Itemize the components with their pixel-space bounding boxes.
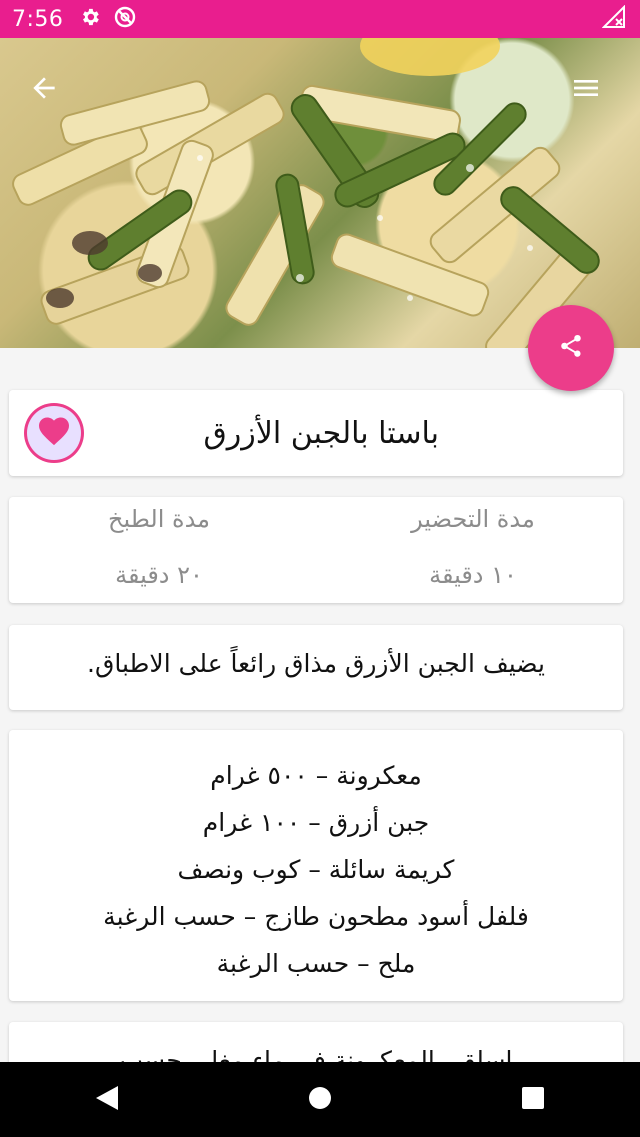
system-nav-bar (0, 1062, 640, 1137)
home-circle-icon (308, 1086, 332, 1114)
cook-time-value: ٢٠ دقيقة (115, 561, 203, 589)
ingredients-list: معكرونة – ٥٠٠ غرام جبن أزرق – ١٠٠ غرام ك… (9, 752, 623, 987)
recipe-description-card: يضيف الجبن الأزرق مذاق رائعاً على الاطبا… (9, 625, 623, 710)
status-bar: 7:56 (0, 0, 640, 38)
share-button[interactable] (528, 305, 614, 391)
system-recents-button[interactable] (503, 1070, 563, 1130)
arrow-back-icon (28, 72, 60, 108)
signal-icon (601, 4, 626, 33)
ingredients-card: معكرونة – ٥٠٠ غرام جبن أزرق – ١٠٠ غرام ك… (9, 730, 623, 1001)
ingredient-item: جبن أزرق – ١٠٠ غرام (202, 808, 430, 837)
prep-time-label: مدة التحضير (411, 505, 535, 533)
ingredient-item: فلفل أسود مطحون طازج – حسب الرغبة (103, 902, 529, 931)
system-home-button[interactable] (290, 1070, 350, 1130)
menu-button[interactable] (562, 66, 610, 114)
share-icon (558, 333, 584, 363)
recipe-times-card: مدة التحضير ١٠ دقيقة مدة الطبخ ٢٠ دقيقة (9, 497, 623, 603)
system-back-button[interactable] (77, 1070, 137, 1130)
hamburger-menu-icon (570, 72, 602, 108)
back-triangle-icon (94, 1084, 120, 1116)
no-sync-icon (113, 5, 137, 33)
pasta-illustration (12, 38, 600, 348)
ingredient-item: كريمة سائلة – كوب ونصف (177, 855, 455, 884)
recipe-description: يضيف الجبن الأزرق مذاق رائعاً على الاطبا… (87, 649, 545, 678)
recents-square-icon (521, 1086, 545, 1114)
prep-time-value: ١٠ دقيقة (429, 561, 517, 589)
recipe-hero-image (0, 38, 640, 348)
ingredient-item: معكرونة – ٥٠٠ غرام (210, 761, 422, 790)
recipe-title-card: باستا بالجبن الأزرق (9, 390, 623, 476)
gear-icon (79, 6, 101, 32)
heart-icon (36, 413, 72, 453)
recipe-title: باستا بالجبن الأزرق (203, 416, 439, 451)
ingredient-item: ملح – حسب الرغبة (216, 949, 416, 978)
cook-time-label: مدة الطبخ (107, 505, 211, 533)
status-time: 7:56 (12, 6, 64, 32)
favorite-button[interactable] (24, 403, 84, 463)
back-button[interactable] (20, 66, 68, 114)
